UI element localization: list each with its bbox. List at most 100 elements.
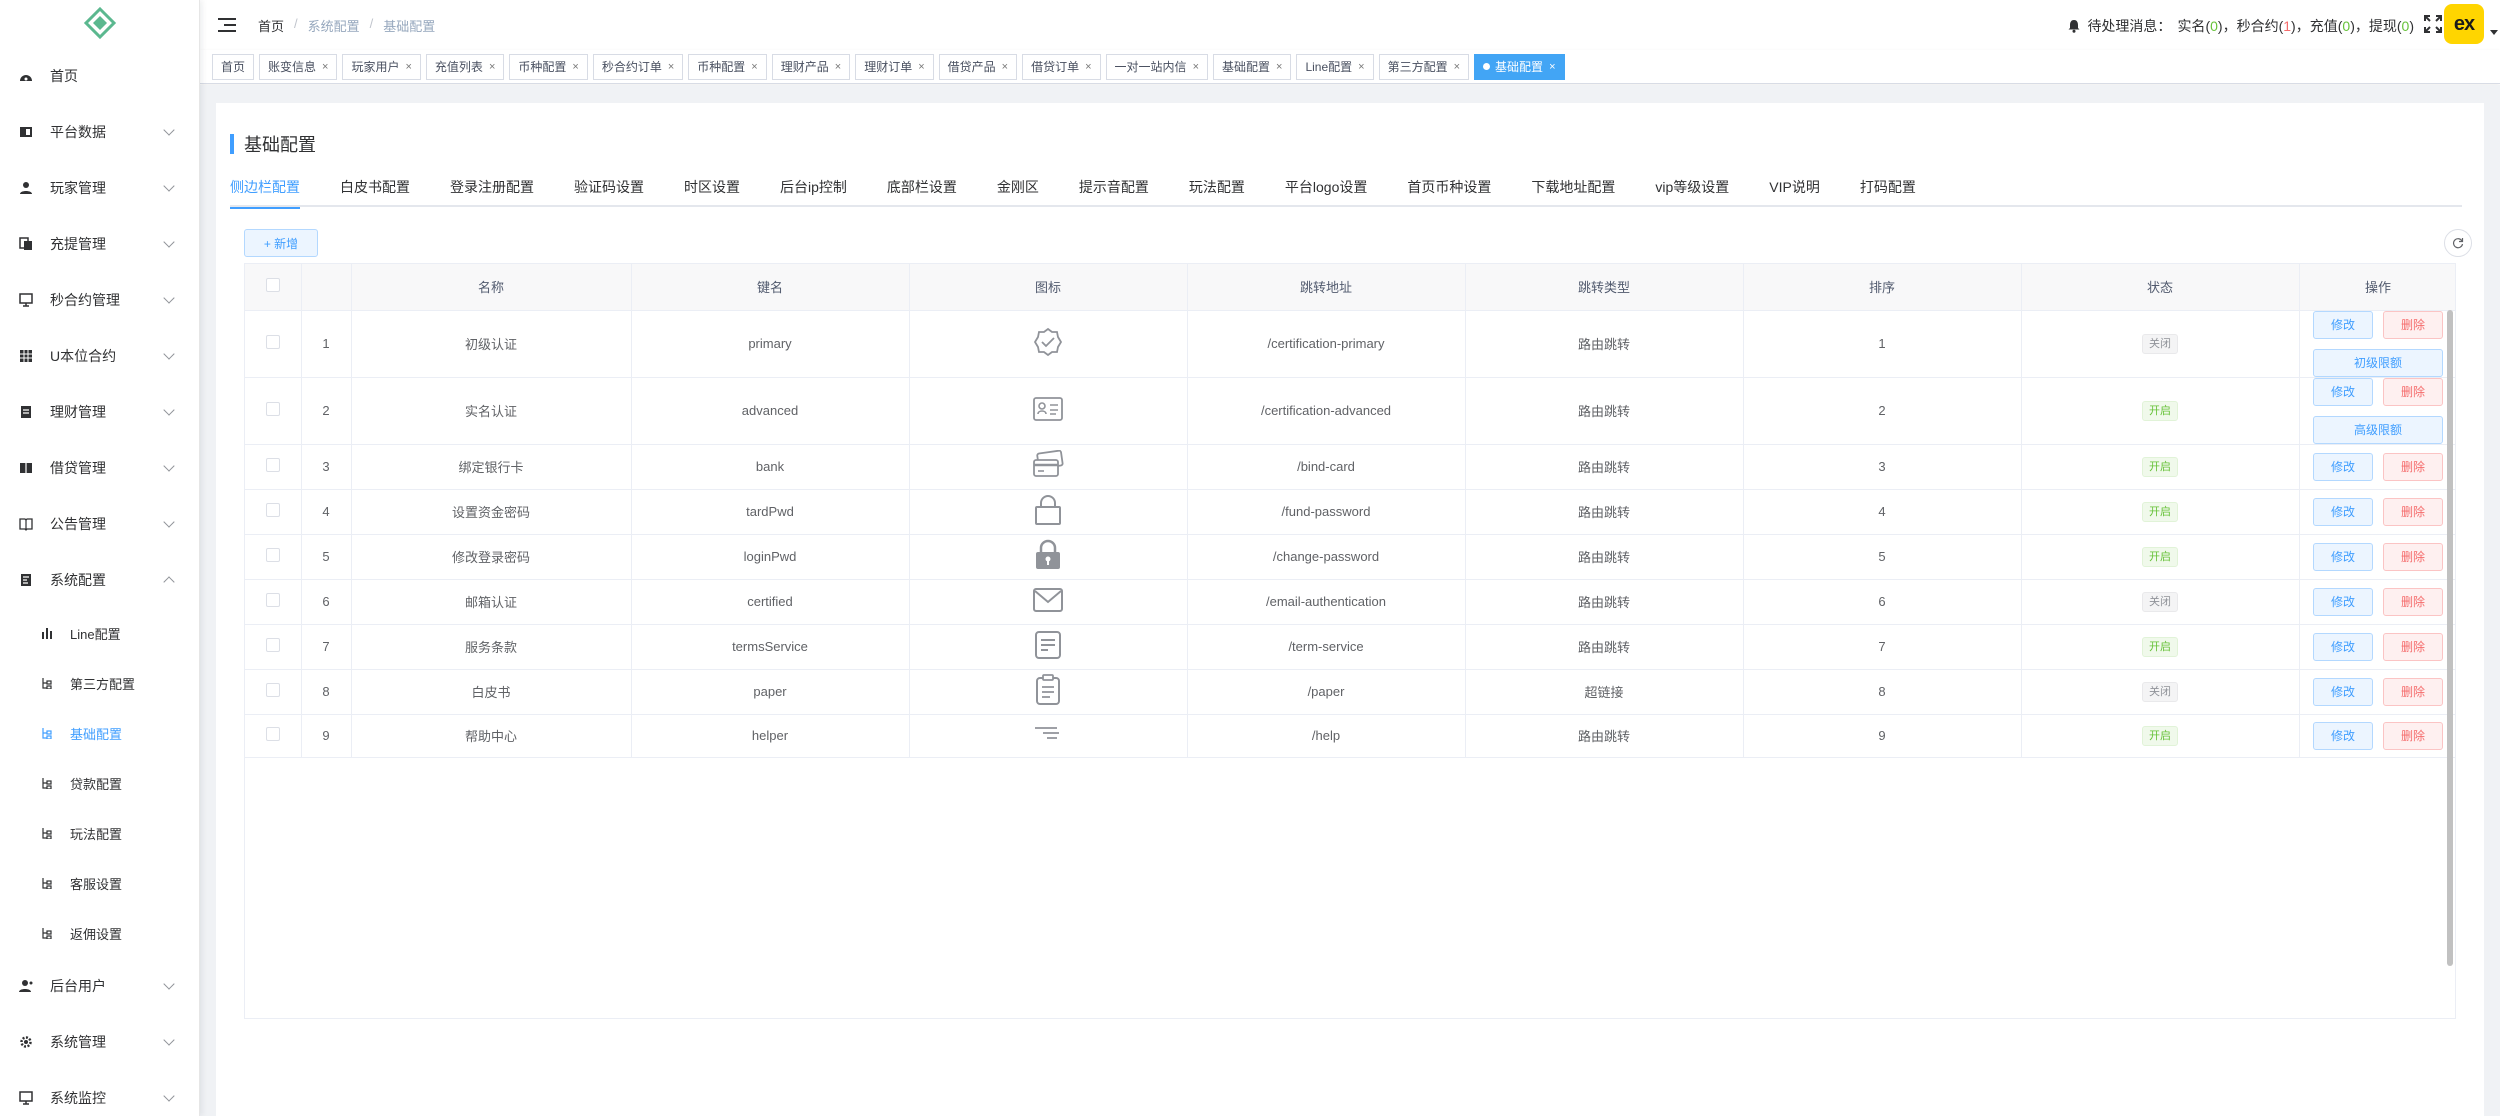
tab-13[interactable]: vip等级设置 [1655,167,1729,207]
tag-15[interactable]: 基础配置 × [1474,53,1565,80]
row-checkbox[interactable] [265,548,280,562]
tag-9[interactable]: 借贷产品 × [938,53,1018,80]
tab-12[interactable]: 下载地址配置 [1531,167,1615,207]
sidebar-item-sidebar.items.0[interactable]: 首页 [0,48,199,104]
sidebar-item-sidebar.bottom_items.1[interactable]: 系统管理 [0,1014,199,1070]
close-icon[interactable]: × [1549,61,1555,73]
close-icon[interactable]: × [1002,61,1008,73]
limit-button[interactable]: 高级限额 [2313,415,2443,444]
edit-button[interactable]: 修改 [2313,632,2373,661]
tag-0[interactable]: 首页 [212,53,255,80]
row-checkbox[interactable] [265,683,280,697]
edit-button[interactable]: 修改 [2313,587,2373,616]
sidebar-subitem-3[interactable]: 贷款配置 [0,758,199,808]
tab-3[interactable]: 验证码设置 [574,167,644,207]
tab-15[interactable]: 打码配置 [1860,167,1916,207]
tag-2[interactable]: 玩家用户 × [342,53,421,80]
delete-button[interactable]: 删除 [2383,677,2443,706]
row-checkbox[interactable] [265,727,280,741]
close-icon[interactable]: × [489,61,495,73]
tag-7[interactable]: 理财产品 × [771,53,851,80]
tag-1[interactable]: 账变信息 × [259,53,338,80]
sidebar-item-sidebar.items.5[interactable]: U本位合约 [0,328,199,384]
tag-14[interactable]: 第三方配置 × [1378,53,1470,80]
sidebar-subitem-4[interactable]: 玩法配置 [0,808,199,858]
edit-button[interactable]: 修改 [2313,452,2373,481]
sidebar-subitem-2[interactable]: 基础配置 [0,708,199,758]
tab-10[interactable]: 平台logo设置 [1285,167,1367,207]
delete-button[interactable]: 删除 [2383,721,2443,750]
edit-button[interactable]: 修改 [2313,721,2373,750]
sidebar-item-sidebar.items.7[interactable]: 借贷管理 [0,440,199,496]
row-checkbox[interactable] [265,458,280,472]
caret-down-icon[interactable] [2490,30,2498,35]
breadcrumb-home[interactable]: 首页 [258,16,284,35]
tag-3[interactable]: 充值列表 × [425,53,505,80]
delete-button[interactable]: 删除 [2383,452,2443,481]
fullscreen-icon[interactable] [2424,15,2442,33]
close-icon[interactable]: × [1276,61,1282,73]
sidebar-subitem-6[interactable]: 返佣设置 [0,908,199,958]
sidebar-subitem-1[interactable]: 第三方配置 [0,658,199,708]
limit-button[interactable]: 初级限额 [2313,348,2443,377]
notice-1[interactable]: 秒合约(1)， [2237,18,2310,34]
tab-7[interactable]: 金刚区 [997,167,1039,207]
refresh-button[interactable] [2444,229,2472,257]
edit-button[interactable]: 修改 [2313,377,2373,406]
sidebar-item-sidebar.items.6[interactable]: 理财管理 [0,384,199,440]
close-icon[interactable]: × [1085,61,1091,73]
table-scrollbar[interactable] [2447,310,2453,966]
close-icon[interactable]: × [1454,61,1460,73]
logo[interactable] [0,0,199,48]
sidebar-item-sidebar.items.4[interactable]: 秒合约管理 [0,272,199,328]
tab-11[interactable]: 首页币种设置 [1407,167,1491,207]
close-icon[interactable]: × [1358,61,1364,73]
hamburger-icon[interactable] [218,18,236,32]
tab-9[interactable]: 玩法配置 [1189,167,1245,207]
tag-6[interactable]: 币种配置 × [688,53,767,80]
add-button[interactable]: + 新增 [244,229,318,257]
sidebar-subitem-5[interactable]: 客服设置 [0,858,199,908]
sidebar-item-sidebar.items.3[interactable]: 充提管理 [0,216,199,272]
close-icon[interactable]: × [918,61,924,73]
row-checkbox[interactable] [265,593,280,607]
edit-button[interactable]: 修改 [2313,542,2373,571]
tag-5[interactable]: 秒合约订单 × [592,53,684,80]
delete-button[interactable]: 删除 [2383,377,2443,406]
close-icon[interactable]: × [835,61,841,73]
delete-button[interactable]: 删除 [2383,497,2443,526]
pending-notice[interactable]: 待处理消息： 实名(0)，秒合约(1)，充值(0)，提现(0) [2067,16,2414,36]
delete-button[interactable]: 删除 [2383,587,2443,616]
row-checkbox[interactable] [265,638,280,652]
notice-2[interactable]: 充值(0)， [2310,18,2369,34]
sidebar-item-sidebar.items.1[interactable]: 平台数据 [0,104,199,160]
close-icon[interactable]: × [751,61,757,73]
avatar[interactable]: ex [2444,4,2484,44]
sidebar-item-sidebar.items.8[interactable]: 公告管理 [0,496,199,552]
tag-11[interactable]: 一对一站内信 × [1105,53,1208,80]
sidebar-subitem-0[interactable]: Line配置 [0,608,199,658]
sidebar-item-sidebar.bottom_items.0[interactable]: 后台用户 [0,958,199,1014]
close-icon[interactable]: × [405,61,411,73]
tab-0[interactable]: 侧边栏配置 [230,167,300,209]
row-checkbox[interactable] [265,402,280,416]
tab-4[interactable]: 时区设置 [684,167,740,207]
edit-button[interactable]: 修改 [2313,310,2373,339]
notice-3[interactable]: 提现(0) [2369,18,2414,34]
tag-13[interactable]: Line配置 × [1296,53,1374,80]
delete-button[interactable]: 删除 [2383,542,2443,571]
row-checkbox[interactable] [265,503,280,517]
tab-1[interactable]: 白皮书配置 [340,167,410,207]
tab-6[interactable]: 底部栏设置 [887,167,957,207]
notice-0[interactable]: 实名(0)， [2177,18,2236,34]
sidebar-item-sidebar.items.9[interactable]: 系统配置 [0,552,199,608]
sidebar-item-sidebar.items.2[interactable]: 玩家管理 [0,160,199,216]
sidebar-item-sidebar.bottom_items.2[interactable]: 系统监控 [0,1070,199,1116]
tab-14[interactable]: VIP说明 [1769,167,1820,207]
tab-5[interactable]: 后台ip控制 [780,167,847,207]
tag-12[interactable]: 基础配置 × [1213,53,1292,80]
edit-button[interactable]: 修改 [2313,677,2373,706]
close-icon[interactable]: × [668,61,674,73]
column-header-0[interactable] [245,264,302,311]
tag-4[interactable]: 币种配置 × [509,53,588,80]
